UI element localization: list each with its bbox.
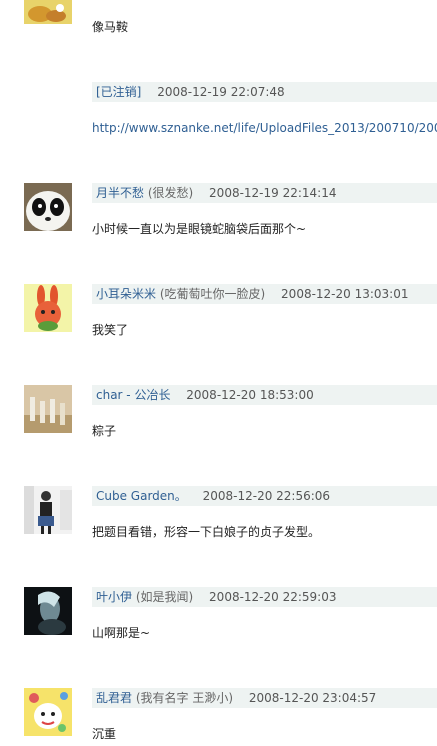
comment-meta: 月半不愁 (很发愁) 2008-12-19 22:14:14 [92, 183, 437, 203]
comment-link[interactable]: http://www.sznanke.net/life/UploadFiles_… [92, 120, 437, 136]
comment-timestamp: 2008-12-20 18:53:00 [186, 388, 314, 402]
comment-username[interactable]: 小耳朵米米 [96, 287, 156, 301]
avatar[interactable] [24, 284, 72, 332]
comment-nickname: (很发愁) [147, 186, 194, 200]
avatar[interactable] [24, 0, 72, 24]
comment-timestamp: 2008-12-19 22:14:14 [209, 186, 337, 200]
avatar[interactable] [24, 688, 72, 736]
comment-meta: [已注销] 2008-12-19 22:07:48 [92, 82, 437, 102]
comment-meta: 小耳朵米米 (吃葡萄吐你一脸皮) 2008-12-20 13:03:01 [92, 284, 437, 304]
comment-timestamp: 2008-12-20 13:03:01 [281, 287, 409, 301]
avatar[interactable] [24, 183, 72, 231]
comment-text: 山啊那是~ [92, 626, 151, 640]
comment-timestamp: 2008-12-20 23:04:57 [248, 691, 377, 705]
comment-text: 沉重 [92, 727, 117, 741]
comment-username[interactable]: [已注销] [96, 85, 141, 99]
comment-nickname: (我有名字 王渺小) [135, 691, 234, 705]
avatar[interactable] [24, 587, 72, 635]
avatar[interactable] [24, 385, 72, 433]
comment-meta: Cube Garden。 2008-12-20 22:56:06 [92, 486, 437, 506]
comment-timestamp: 2008-12-20 22:56:06 [202, 489, 331, 503]
comment-meta: char - 公冶长 2008-12-20 18:53:00 [92, 385, 437, 405]
avatar[interactable] [24, 486, 72, 534]
comment-meta: 叶小伊 (如是我闻) 2008-12-20 22:59:03 [92, 587, 437, 607]
comment-timestamp: 2008-12-19 22:07:48 [157, 85, 285, 99]
comment-username[interactable]: 叶小伊 [96, 590, 132, 604]
comment-text: 粽子 [92, 424, 117, 438]
comment-username[interactable]: Cube Garden。 [96, 489, 187, 503]
comment-text: 像马鞍 [92, 20, 129, 34]
comment-text: 小时候一直以为是眼镜蛇脑袋后面那个~ [92, 222, 307, 236]
comment-text: 我笑了 [92, 323, 129, 337]
comment-timestamp: 2008-12-20 22:59:03 [209, 590, 337, 604]
comment-username[interactable]: 乱君君 [96, 691, 132, 705]
comment-meta: 乱君君 (我有名字 王渺小) 2008-12-20 23:04:57 [92, 688, 437, 708]
comment-username[interactable]: char - 公冶长 [96, 388, 170, 402]
comment-nickname: (吃葡萄吐你一脸皮) [159, 287, 266, 301]
comment-text: 把题目看错，形容一下白娘子的贞子发型。 [92, 525, 321, 539]
comment-username[interactable]: 月半不愁 [96, 186, 144, 200]
comment-nickname: (如是我闻) [135, 590, 194, 604]
